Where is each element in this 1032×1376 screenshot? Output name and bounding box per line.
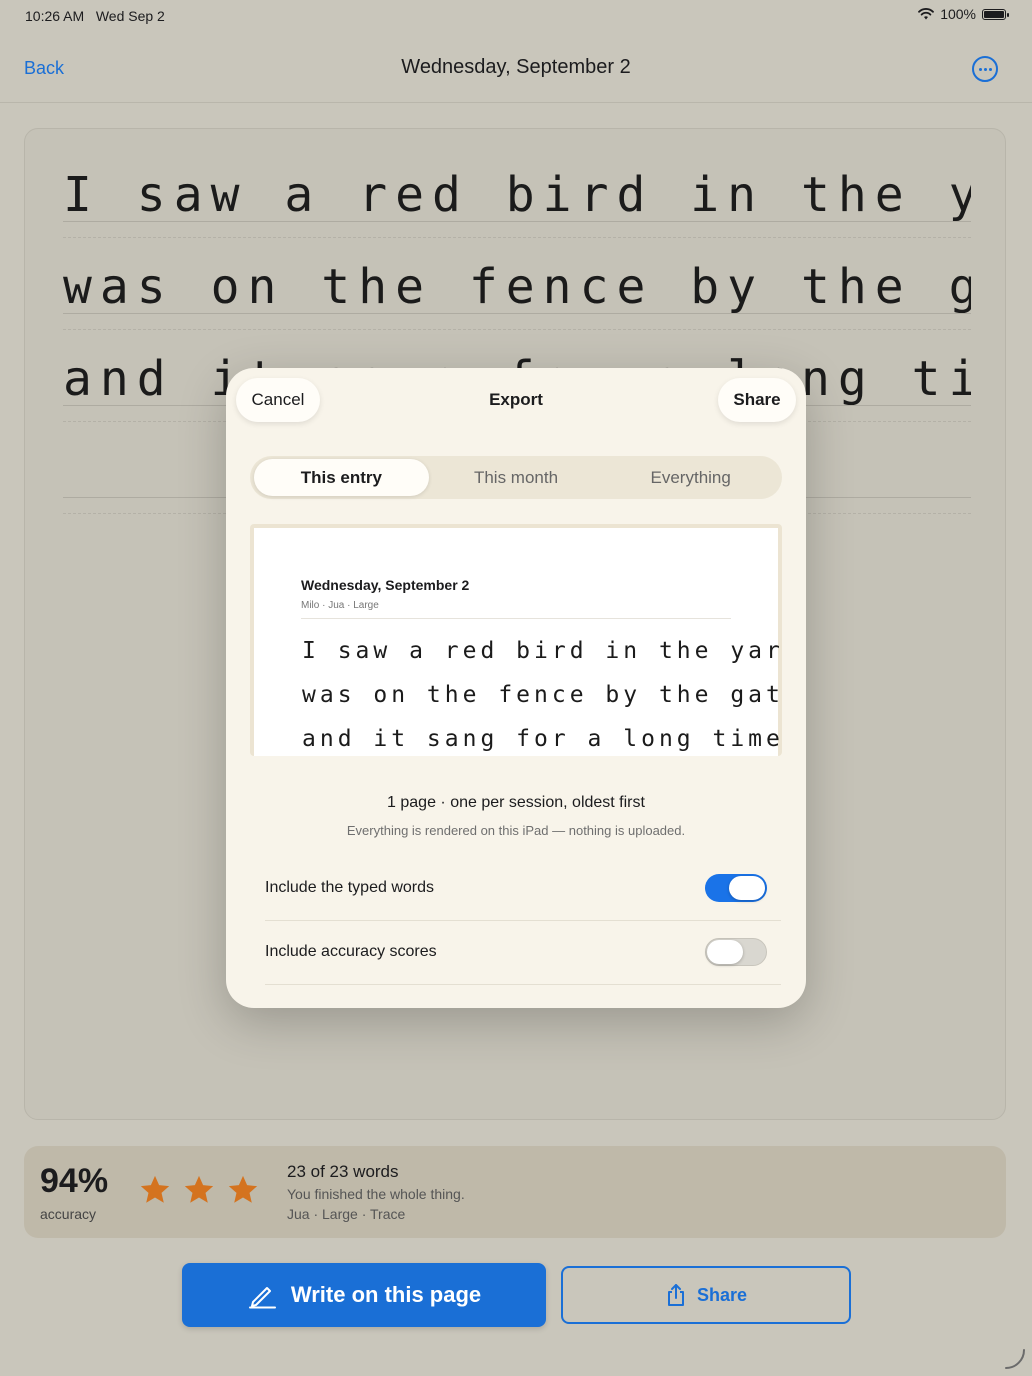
session-meta: Jua · Large · Trace [287, 1206, 406, 1222]
typed-words-toggle[interactable] [705, 874, 767, 902]
preview-page: Wednesday, September 2 Milo · Jua · Larg… [254, 528, 782, 756]
score-card: 94% accuracy 23 of 23 words You finished… [24, 1146, 1006, 1238]
share-button[interactable]: Share [718, 378, 796, 422]
pencil-icon [248, 1287, 276, 1309]
handwriting-line: I saw a red bird in the yard. It [63, 167, 971, 223]
option-row-typed-words: Include the typed words [265, 856, 781, 921]
star-icon [228, 1175, 258, 1203]
completion-message: You finished the whole thing. [287, 1186, 465, 1202]
status-bar: 10:26 AM Wed Sep 2 100% [0, 0, 1032, 34]
page-title: Wednesday, September 2 [401, 56, 631, 78]
more-options-icon[interactable] [972, 56, 998, 82]
status-date: Wed Sep 2 [95, 8, 165, 24]
segment-this-entry[interactable]: This entry [254, 459, 429, 496]
battery-icon [982, 8, 1009, 20]
option-row-accuracy-scores: Include accuracy scores [265, 920, 781, 985]
star-rating [138, 1173, 260, 1207]
preview-date: Wednesday, September 2 [301, 577, 470, 593]
word-count: 23 of 23 words [287, 1162, 399, 1181]
export-sheet: Cancel Export Share This entry This mont… [226, 368, 806, 1008]
battery-percent: 100% [940, 6, 976, 22]
ruled-line [63, 329, 971, 330]
privacy-note: Everything is rendered on this iPad — no… [346, 823, 686, 838]
preview-handwriting-line: I saw a red bird in the yard. It [302, 638, 782, 664]
wifi-icon [918, 8, 935, 20]
preview-handwriting-line: and it sang for a long time [302, 726, 782, 752]
write-on-page-button[interactable]: Write on this page [182, 1263, 546, 1327]
ruled-line [63, 237, 971, 238]
preview-handwriting-line: was on the fence by the gate [302, 682, 782, 708]
export-scope-segmented-control: This entry This month Everything [250, 456, 782, 499]
write-button-label: Write on this page [290, 1282, 482, 1307]
status-time: 10:26 AM Wed Sep 2 [25, 8, 165, 24]
page-count: 1 page · one per session, oldest first [387, 794, 645, 811]
segment-everything[interactable]: Everything [603, 459, 778, 496]
share-entry-button[interactable]: Share [561, 1266, 851, 1324]
option-label: Include accuracy scores [265, 943, 437, 960]
accuracy-scores-toggle[interactable] [705, 938, 767, 966]
ruled-line [63, 221, 971, 222]
accuracy-percent: 94% [40, 1162, 109, 1200]
status-right: 100% [918, 6, 1009, 22]
resize-handle-icon[interactable] [1004, 1348, 1026, 1370]
accuracy-label: accuracy [40, 1206, 97, 1222]
share-icon [667, 1284, 684, 1306]
option-label: Include the typed words [265, 879, 434, 896]
share-button-label: Share [696, 1284, 748, 1305]
preview-divider [301, 618, 731, 619]
export-preview: Wednesday, September 2 Milo · Jua · Larg… [250, 524, 782, 756]
star-icon [140, 1175, 170, 1203]
star-icon [184, 1175, 214, 1203]
handwriting-line: was on the fence by the gate [63, 259, 971, 315]
preview-meta: Milo · Jua · Large [301, 600, 379, 611]
ruled-line [63, 313, 971, 314]
segment-this-month[interactable]: This month [429, 459, 604, 496]
nav-bar: Back Wednesday, September 2 [0, 40, 1032, 103]
